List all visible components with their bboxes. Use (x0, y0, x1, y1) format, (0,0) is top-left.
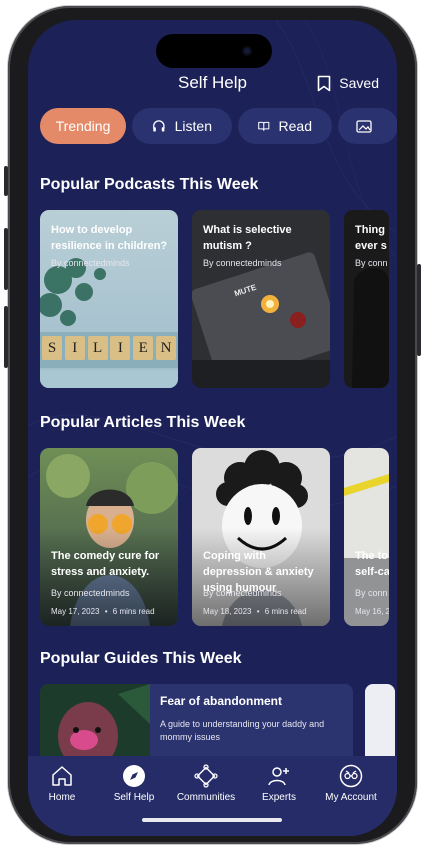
article-author: By connectedminds (51, 588, 130, 598)
tab-label: Listen (174, 118, 212, 134)
nav-home[interactable]: Home (28, 764, 98, 803)
mute-switch (4, 166, 8, 196)
volume-up-button (4, 228, 8, 290)
saved-button[interactable]: Saved (317, 72, 379, 94)
saved-label: Saved (339, 75, 379, 91)
bottom-navigation: Home Self Help Communities Experts My Ac… (28, 756, 397, 836)
letter-tile: E (133, 336, 154, 360)
nav-label: Experts (262, 792, 296, 803)
tab-trending[interactable]: Trending (40, 108, 126, 144)
article-meta: May 16, 2 (355, 607, 389, 616)
meta-separator: • (104, 607, 108, 616)
letter-tile: N (155, 336, 176, 360)
article-title: The comedy cure for stress and anxiety. (51, 550, 160, 578)
article-date: May 17, 2023 (51, 607, 100, 616)
nav-label: Communities (176, 792, 236, 803)
tab-gallery[interactable] (338, 108, 397, 144)
article-card[interactable]: Coping with depression & anxiety using h… (192, 448, 330, 626)
guide-thumbnail-abandonment (40, 684, 150, 764)
articles-row: The comedy cure for stress and anxiety. … (40, 448, 389, 626)
guide-description: A guide to understanding your daddy and … (160, 719, 325, 742)
article-thumbnail-partial (344, 448, 389, 626)
tab-label: Read (278, 118, 312, 134)
podcast-title: What is selective mutism ? (203, 224, 292, 252)
tab-listen[interactable]: Listen (132, 108, 232, 144)
tab-label: Trending (55, 118, 111, 134)
nav-label: Self Help (113, 792, 155, 803)
article-card[interactable]: The comedy cure for stress and anxiety. … (40, 448, 178, 626)
podcast-author: By connectedminds (51, 258, 130, 268)
letter-tile: I (64, 336, 85, 360)
article-card[interactable]: The to self-car By conn May 16, 2 (344, 448, 389, 626)
podcast-card[interactable]: MUTE What is selective mutism ? By conne… (192, 210, 330, 388)
letter-tile: S (42, 336, 62, 360)
power-button (417, 264, 421, 356)
book-icon (258, 121, 270, 131)
article-author: By connectedminds (203, 588, 282, 598)
article-title: The to self-car (355, 550, 389, 578)
meta-separator: • (256, 607, 260, 616)
letter-tiles: S I L I E N (40, 336, 178, 360)
guide-card-partial[interactable] (365, 684, 395, 764)
bookmark-icon (317, 75, 331, 91)
app-screen: Self Help Saved Trending Listen Read Pop… (28, 20, 397, 836)
tab-read[interactable]: Read (238, 108, 332, 144)
add-user-icon (268, 767, 289, 786)
guide-card[interactable]: Fear of abandonment A guide to understan… (40, 684, 353, 764)
nav-self-help[interactable]: Self Help (98, 764, 170, 803)
article-read-time: 6 mins read (264, 607, 307, 616)
article-thumbnail-comedy (40, 448, 178, 626)
article-date: May 16, 2 (355, 607, 389, 616)
guide-title: Fear of abandonment (160, 694, 283, 708)
podcast-card[interactable]: S I L I E N How to develop resilience in… (40, 210, 178, 388)
articles-section-title: Popular Articles This Week (40, 414, 246, 431)
headphones-icon (153, 120, 165, 132)
header: Self Help Saved (28, 72, 397, 102)
podcast-author: By connectedminds (203, 258, 282, 268)
account-icon (339, 764, 363, 788)
nav-communities[interactable]: Communities (170, 764, 242, 803)
nav-label: My Account (325, 792, 377, 803)
podcast-title: Thing ever s (355, 224, 387, 252)
communities-icon (194, 764, 218, 788)
podcast-author: By conn (355, 258, 388, 268)
nav-my-account[interactable]: My Account (315, 764, 387, 803)
article-meta: May 17, 2023 • 6 mins read (51, 607, 155, 616)
article-date: May 18, 2023 (203, 607, 252, 616)
letter-tile: L (87, 336, 108, 360)
image-icon (356, 119, 372, 133)
compass-icon (123, 765, 145, 787)
home-indicator (142, 818, 282, 822)
podcast-title: How to develop resilience in children? (51, 224, 168, 252)
article-author: By conn (355, 588, 388, 598)
nav-experts[interactable]: Experts (243, 764, 315, 803)
podcasts-section-title: Popular Podcasts This Week (40, 176, 259, 193)
article-thumbnail-coping (192, 448, 330, 626)
nav-label: Home (48, 792, 76, 803)
home-icon (52, 766, 72, 786)
podcast-card[interactable]: Thing ever s By conn (344, 210, 389, 388)
letter-tile: I (110, 336, 131, 360)
podcasts-row: S I L I E N How to develop resilience in… (40, 210, 389, 388)
dynamic-island (156, 34, 272, 68)
category-tabs: Trending Listen Read (40, 108, 397, 144)
article-meta: May 18, 2023 • 6 mins read (203, 607, 307, 616)
guides-section-title: Popular Guides This Week (40, 650, 242, 667)
volume-down-button (4, 306, 8, 368)
article-read-time: 6 mins read (112, 607, 155, 616)
